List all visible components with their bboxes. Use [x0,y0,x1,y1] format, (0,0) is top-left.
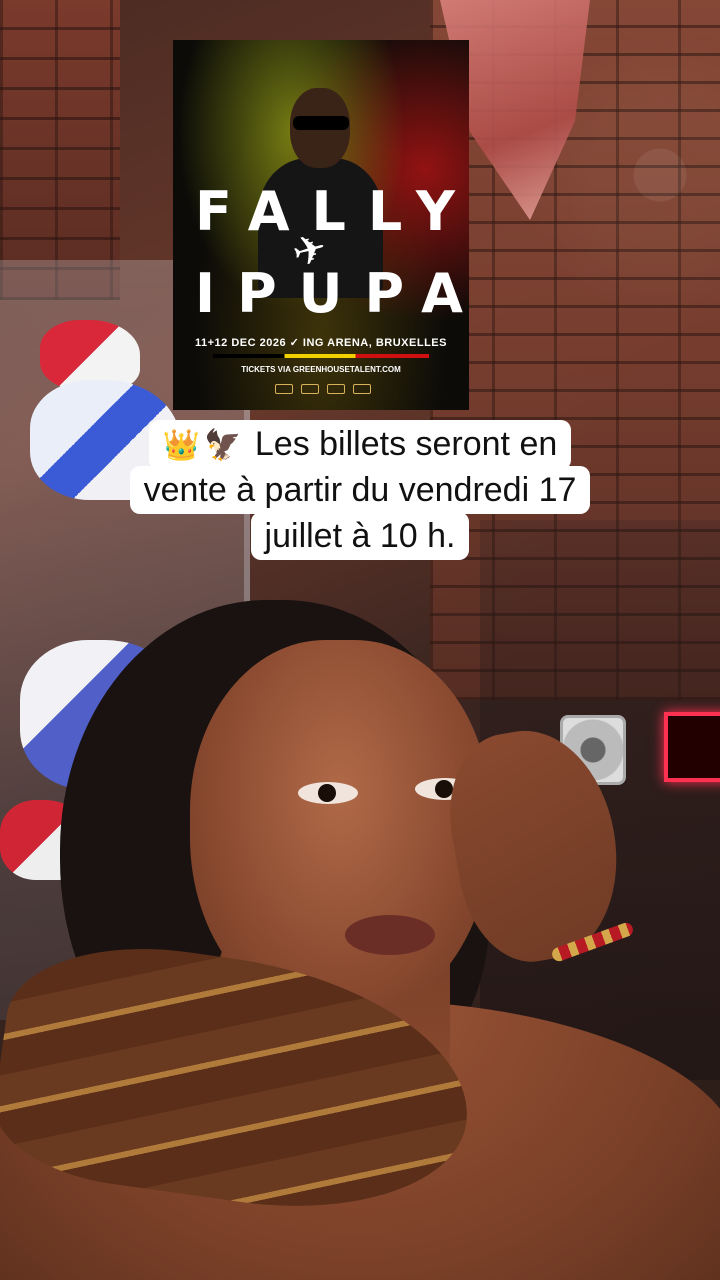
sponsor-logo [275,384,293,394]
sponsor-logo [327,384,345,394]
caption-overlay: 👑 🦅 Les billets seront en vente à partir … [0,420,720,560]
brick-wall-left [0,0,120,300]
caption-text-1: Les billets seront en [254,425,558,463]
sponsor-logo [301,384,319,394]
sponsor-logos [263,384,383,398]
eagle-icon: 🦅 [204,429,242,462]
caption-line-3: juillet à 10 h. [250,512,470,560]
caption-line-2: vente à partir du vendredi 17 [129,466,591,514]
neon-sign [664,712,720,782]
poster-tickets-url: TICKETS VIA GREENHOUSETALENT.COM [241,365,401,374]
poster-date-venue: 11+12 DEC 2026 ✓ ING ARENA, BRUXELLES [195,337,447,349]
caption-line-1: 👑 🦅 Les billets seront en [148,420,572,470]
person-eye [298,782,358,804]
belgian-flag-bar [213,354,429,358]
poster-artist-last-name: IPUPA [195,262,469,325]
concert-poster: FALLY ✈ IPUPA 11+12 DEC 2026 ✓ ING ARENA… [173,40,469,410]
crown-icon: 👑 [162,429,201,462]
person-lips [345,915,435,955]
sponsor-logo [353,384,371,394]
